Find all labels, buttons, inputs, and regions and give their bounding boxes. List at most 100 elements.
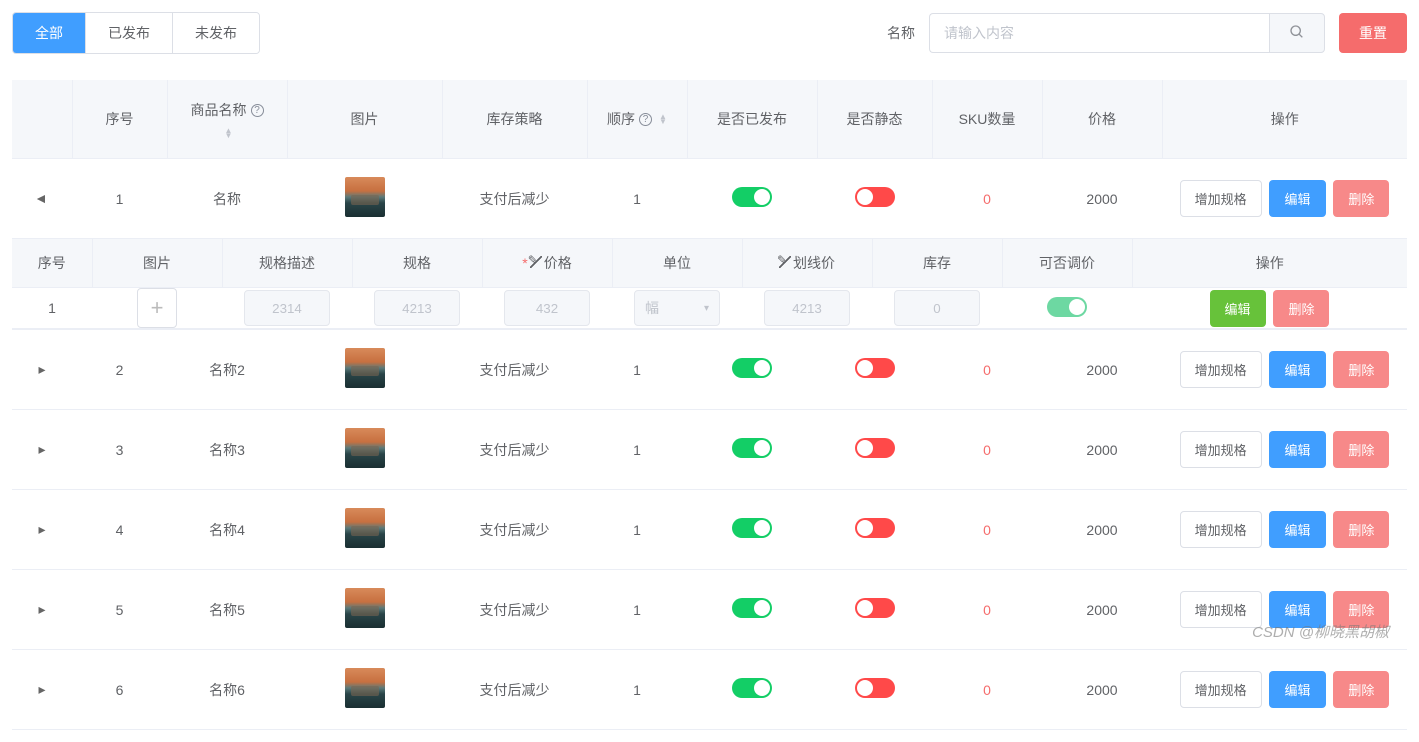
col-order[interactable]: 顺序 ? ▲▼ [587, 80, 687, 159]
cell-price: 2000 [1042, 570, 1162, 650]
static-toggle[interactable] [855, 678, 895, 698]
chevron-down-icon: ▾ [704, 303, 709, 314]
published-toggle[interactable] [732, 438, 772, 458]
chevron-right-icon[interactable]: ▸ [38, 441, 45, 458]
search-icon [1289, 24, 1305, 43]
add-spec-button[interactable]: 增加规格 [1180, 431, 1262, 468]
sort-icon[interactable]: ▲▼ [225, 128, 233, 138]
published-toggle[interactable] [732, 518, 772, 538]
delete-button[interactable]: 删除 [1333, 351, 1389, 388]
static-toggle[interactable] [855, 438, 895, 458]
reset-button[interactable]: 重置 [1339, 13, 1407, 53]
col-price: 价格 [1042, 80, 1162, 159]
cell-policy: 支付后减少 [442, 330, 587, 410]
sub-col-adj: 可否调价 [1002, 239, 1132, 288]
delete-button[interactable]: 删除 [1333, 431, 1389, 468]
line-price-input[interactable] [764, 290, 850, 326]
edit-button[interactable]: 编辑 [1269, 351, 1325, 388]
cell-sku: 0 [932, 159, 1042, 239]
search-input[interactable] [929, 13, 1269, 53]
cell-order: 1 [587, 650, 687, 730]
product-thumbnail[interactable] [345, 508, 385, 548]
published-toggle[interactable] [732, 187, 772, 207]
cell-price: 2000 [1042, 410, 1162, 490]
col-action: 操作 [1162, 80, 1407, 159]
unit-select[interactable]: 幅▾ [634, 290, 720, 326]
static-toggle[interactable] [855, 187, 895, 207]
table-row: ▸ 2 名称2 支付后减少 1 0 2000 增加规格 编辑 删除 [12, 330, 1407, 410]
table-row: ▸ 6 名称6 支付后减少 1 0 2000 增加规格 编辑 删除 [12, 650, 1407, 730]
chevron-right-icon[interactable]: ▸ [38, 361, 45, 378]
adjustable-toggle[interactable] [1047, 297, 1087, 317]
help-icon[interactable]: ? [639, 113, 652, 126]
cell-name: 名称3 [167, 410, 287, 490]
cell-index: 4 [72, 490, 167, 570]
cell-index: 3 [72, 410, 167, 490]
product-thumbnail[interactable] [345, 348, 385, 388]
col-stock-policy: 库存策略 [442, 80, 587, 159]
cell-name: 名称 [167, 159, 287, 239]
cell-price: 2000 [1042, 159, 1162, 239]
sub-col-spec: 规格 [352, 239, 482, 288]
stock-input[interactable] [894, 290, 980, 326]
sort-icon[interactable]: ▲▼ [659, 114, 667, 124]
sub-col-unit: 单位 [612, 239, 742, 288]
add-spec-button[interactable]: 增加规格 [1180, 351, 1262, 388]
cell-sku: 0 [932, 490, 1042, 570]
spec-input[interactable] [374, 290, 460, 326]
sub-col-image: 图片 [92, 239, 222, 288]
static-toggle[interactable] [855, 358, 895, 378]
delete-button[interactable]: 删除 [1273, 290, 1329, 327]
add-spec-button[interactable]: 增加规格 [1180, 671, 1262, 708]
published-toggle[interactable] [732, 598, 772, 618]
published-toggle[interactable] [732, 358, 772, 378]
col-sku: SKU数量 [932, 80, 1042, 159]
static-toggle[interactable] [855, 518, 895, 538]
tab-unpublished[interactable]: 未发布 [173, 13, 259, 53]
edit-button[interactable]: 编辑 [1269, 671, 1325, 708]
add-spec-button[interactable]: 增加规格 [1180, 180, 1262, 217]
chevron-right-icon[interactable]: ▼ [34, 192, 50, 206]
add-image-button[interactable]: + [137, 288, 177, 328]
sub-col-price: *价格 [482, 239, 612, 288]
edit-button[interactable]: 编辑 [1269, 431, 1325, 468]
chevron-right-icon[interactable]: ▸ [38, 681, 45, 698]
search-label: 名称 [887, 23, 915, 43]
table-row: ▸ 5 名称5 支付后减少 1 0 2000 增加规格 编辑 删除 [12, 570, 1407, 650]
product-thumbnail[interactable] [345, 177, 385, 217]
product-thumbnail[interactable] [345, 428, 385, 468]
static-toggle[interactable] [855, 598, 895, 618]
chevron-right-icon[interactable]: ▸ [38, 601, 45, 618]
edit-button[interactable]: 编辑 [1269, 180, 1325, 217]
add-spec-button[interactable]: 增加规格 [1180, 511, 1262, 548]
col-order-label: 顺序 [607, 109, 635, 129]
cell-price: 2000 [1042, 330, 1162, 410]
edit-button[interactable]: 编辑 [1269, 511, 1325, 548]
cell-index: 2 [72, 330, 167, 410]
sub-col-index: 序号 [12, 239, 92, 288]
cell-name: 名称5 [167, 570, 287, 650]
spec-desc-input[interactable] [244, 290, 330, 326]
delete-button[interactable]: 删除 [1333, 671, 1389, 708]
price-input[interactable] [504, 290, 590, 326]
help-icon[interactable]: ? [251, 104, 264, 117]
col-published: 是否已发布 [687, 80, 817, 159]
product-thumbnail[interactable] [345, 588, 385, 628]
published-toggle[interactable] [732, 678, 772, 698]
col-name[interactable]: 商品名称 ? ▲▼ [167, 80, 287, 159]
product-thumbnail[interactable] [345, 668, 385, 708]
chevron-right-icon[interactable]: ▸ [38, 521, 45, 538]
tab-published[interactable]: 已发布 [86, 13, 173, 53]
filter-tabs: 全部 已发布 未发布 [12, 12, 260, 54]
delete-button[interactable]: 删除 [1333, 180, 1389, 217]
cell-name: 名称6 [167, 650, 287, 730]
col-index: 序号 [72, 80, 167, 159]
add-spec-button[interactable]: 增加规格 [1180, 591, 1262, 628]
delete-button[interactable]: 删除 [1333, 511, 1389, 548]
edit-button[interactable]: 编辑 [1210, 290, 1266, 327]
tab-all[interactable]: 全部 [13, 13, 86, 53]
sub-col-action: 操作 [1132, 239, 1407, 288]
search-button[interactable] [1269, 13, 1325, 53]
sub-col-lineprice: 划线价 [742, 239, 872, 288]
sub-col-specdesc: 规格描述 [222, 239, 352, 288]
